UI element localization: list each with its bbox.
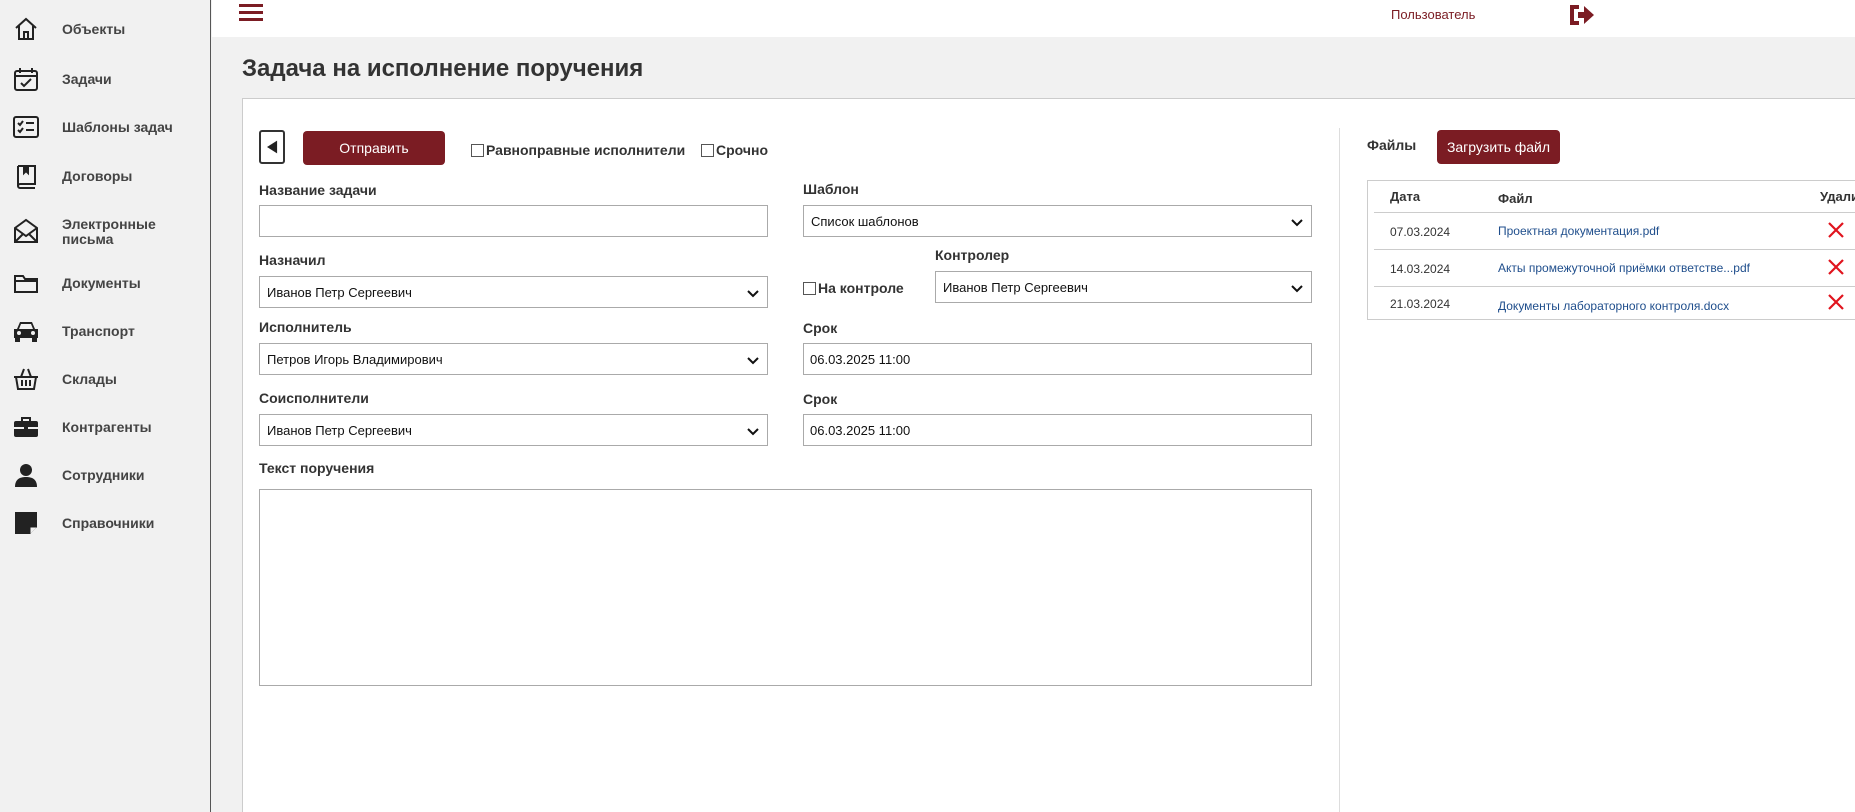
- delete-icon[interactable]: [1827, 258, 1845, 276]
- top-bar: Пользователь: [212, 0, 1855, 37]
- deadline-label: Срок: [803, 320, 838, 336]
- file-link[interactable]: Проектная документация.pdf: [1498, 224, 1659, 238]
- sidebar-item-label: Задачи: [62, 70, 112, 87]
- table-row: 07.03.2024 Проектная документация.pdf: [1374, 212, 1855, 249]
- basket-icon: [12, 365, 40, 393]
- coexecutors-select-value: Иванов Петр Сергеевич: [267, 422, 412, 438]
- chevron-down-icon: [1291, 285, 1303, 293]
- files-table: Дата Файл Удали 07.03.2024 Проектная док…: [1367, 180, 1855, 320]
- equal-executors-checkbox[interactable]: Равноправные исполнители: [471, 142, 685, 158]
- sidebar: Объекты Задачи Шаблоны задач Договоры Эл…: [0, 0, 211, 812]
- back-button[interactable]: [259, 130, 285, 164]
- files-label: Файлы: [1367, 137, 1417, 153]
- column-header-delete: Удали: [1820, 189, 1855, 204]
- assigned-select[interactable]: Иванов Петр Сергеевич: [259, 276, 768, 308]
- folder-icon: [12, 269, 40, 297]
- sidebar-item-objects[interactable]: Объекты: [0, 14, 210, 44]
- chevron-down-icon: [747, 428, 759, 436]
- table-row: 21.03.2024 Документы лабораторного контр…: [1374, 286, 1855, 323]
- file-link[interactable]: Акты промежуточной приёмки ответстве...p…: [1498, 261, 1750, 275]
- panel-divider: [1339, 128, 1340, 812]
- sidebar-item-label: Транспорт: [62, 322, 135, 339]
- sidebar-item-label: Контрагенты: [62, 418, 152, 435]
- deadline-input[interactable]: 06.03.2025 11:00: [803, 343, 1312, 375]
- sidebar-item-tasks[interactable]: Задачи: [0, 64, 210, 94]
- executor-select[interactable]: Петров Игорь Владимирович: [259, 343, 768, 375]
- controller-select[interactable]: Иванов Петр Сергеевич: [935, 271, 1312, 303]
- briefcase-icon: [12, 413, 40, 441]
- sidebar-item-emails[interactable]: Электронные письма: [0, 214, 210, 248]
- assigned-select-value: Иванов Петр Сергеевич: [267, 284, 412, 300]
- file-date: 21.03.2024: [1390, 297, 1451, 311]
- sidebar-item-documents[interactable]: Документы: [0, 268, 210, 298]
- sidebar-item-label: Шаблоны задач: [62, 118, 173, 135]
- page-title: Задача на исполнение поручения: [242, 55, 644, 82]
- chevron-down-icon: [747, 290, 759, 298]
- template-label: Шаблон: [803, 181, 859, 197]
- template-select-value: Список шаблонов: [811, 213, 919, 229]
- sidebar-item-label: Документы: [62, 274, 141, 291]
- sidebar-item-label: Склады: [62, 370, 117, 387]
- checklist-icon: [12, 113, 40, 141]
- chevron-down-icon: [747, 357, 759, 365]
- logout-icon[interactable]: [1567, 2, 1595, 28]
- file-date: 07.03.2024: [1390, 225, 1451, 239]
- sidebar-item-label: Электронные письма: [62, 216, 156, 247]
- coexecutors-label: Соисполнители: [259, 390, 369, 406]
- home-icon: [12, 15, 40, 43]
- file-date: 14.03.2024: [1390, 262, 1451, 276]
- equal-executors-label: Равноправные исполнители: [486, 142, 686, 158]
- coexecutors-select[interactable]: Иванов Петр Сергеевич: [259, 414, 768, 446]
- on-control-label: На контроле: [818, 280, 904, 296]
- equal-executors-checkbox-input[interactable]: [471, 143, 484, 157]
- sidebar-item-references[interactable]: Справочники: [0, 508, 210, 538]
- sidebar-item-warehouses[interactable]: Склады: [0, 364, 210, 394]
- controller-select-value: Иванов Петр Сергеевич: [943, 279, 1088, 295]
- sidebar-item-transport[interactable]: Транспорт: [0, 316, 210, 346]
- sidebar-item-task-templates[interactable]: Шаблоны задач: [0, 112, 210, 142]
- task-name-input[interactable]: [259, 205, 768, 237]
- delete-icon[interactable]: [1827, 293, 1845, 311]
- instruction-textarea[interactable]: [259, 489, 1312, 686]
- controller-label: Контролер: [935, 247, 1010, 263]
- send-button[interactable]: Отправить: [303, 131, 445, 165]
- column-header-date: Дата: [1390, 189, 1421, 204]
- sidebar-item-label: Договоры: [62, 167, 133, 184]
- column-header-file: Файл: [1498, 191, 1533, 206]
- sidebar-item-counterparties[interactable]: Контрагенты: [0, 412, 210, 442]
- user-icon: [12, 461, 40, 489]
- sidebar-item-label: Объекты: [62, 20, 126, 37]
- urgent-checkbox-input[interactable]: [701, 143, 714, 157]
- car-icon: [12, 317, 40, 345]
- user-link[interactable]: Пользователь: [1391, 7, 1475, 22]
- instruction-label: Текст поручения: [259, 460, 375, 476]
- book-icon: [12, 162, 40, 190]
- table-row: 14.03.2024 Акты промежуточной приёмки от…: [1374, 249, 1855, 286]
- on-control-checkbox[interactable]: На контроле: [803, 280, 904, 296]
- sidebar-item-label: Справочники: [62, 514, 155, 531]
- executor-label: Исполнитель: [259, 319, 352, 335]
- urgent-label: Срочно: [716, 142, 769, 158]
- coexecutors-deadline-label: Срок: [803, 391, 838, 407]
- note-icon: [12, 509, 40, 537]
- triangle-left-icon: [266, 140, 277, 154]
- sidebar-item-label: Сотрудники: [62, 466, 145, 483]
- files-table-header: Дата Файл Удали: [1368, 181, 1855, 212]
- on-control-checkbox-input[interactable]: [803, 281, 816, 295]
- urgent-checkbox[interactable]: Срочно: [701, 142, 768, 158]
- task-name-label: Название задачи: [259, 182, 377, 198]
- file-link[interactable]: Документы лабораторного контроля.docx: [1498, 299, 1729, 313]
- executor-select-value: Петров Игорь Владимирович: [267, 351, 443, 367]
- upload-file-button[interactable]: Загрузить файл: [1437, 130, 1560, 164]
- delete-icon[interactable]: [1827, 221, 1845, 239]
- template-select[interactable]: Список шаблонов: [803, 205, 1312, 237]
- sidebar-item-contracts[interactable]: Договоры: [0, 161, 210, 191]
- calendar-check-icon: [12, 65, 40, 93]
- chevron-down-icon: [1291, 219, 1303, 227]
- sidebar-item-employees[interactable]: Сотрудники: [0, 460, 210, 490]
- hamburger-icon[interactable]: [239, 4, 263, 26]
- envelope-icon: [12, 217, 40, 245]
- coexecutors-deadline-input[interactable]: 06.03.2025 11:00: [803, 414, 1312, 446]
- assigned-label: Назначил: [259, 252, 326, 268]
